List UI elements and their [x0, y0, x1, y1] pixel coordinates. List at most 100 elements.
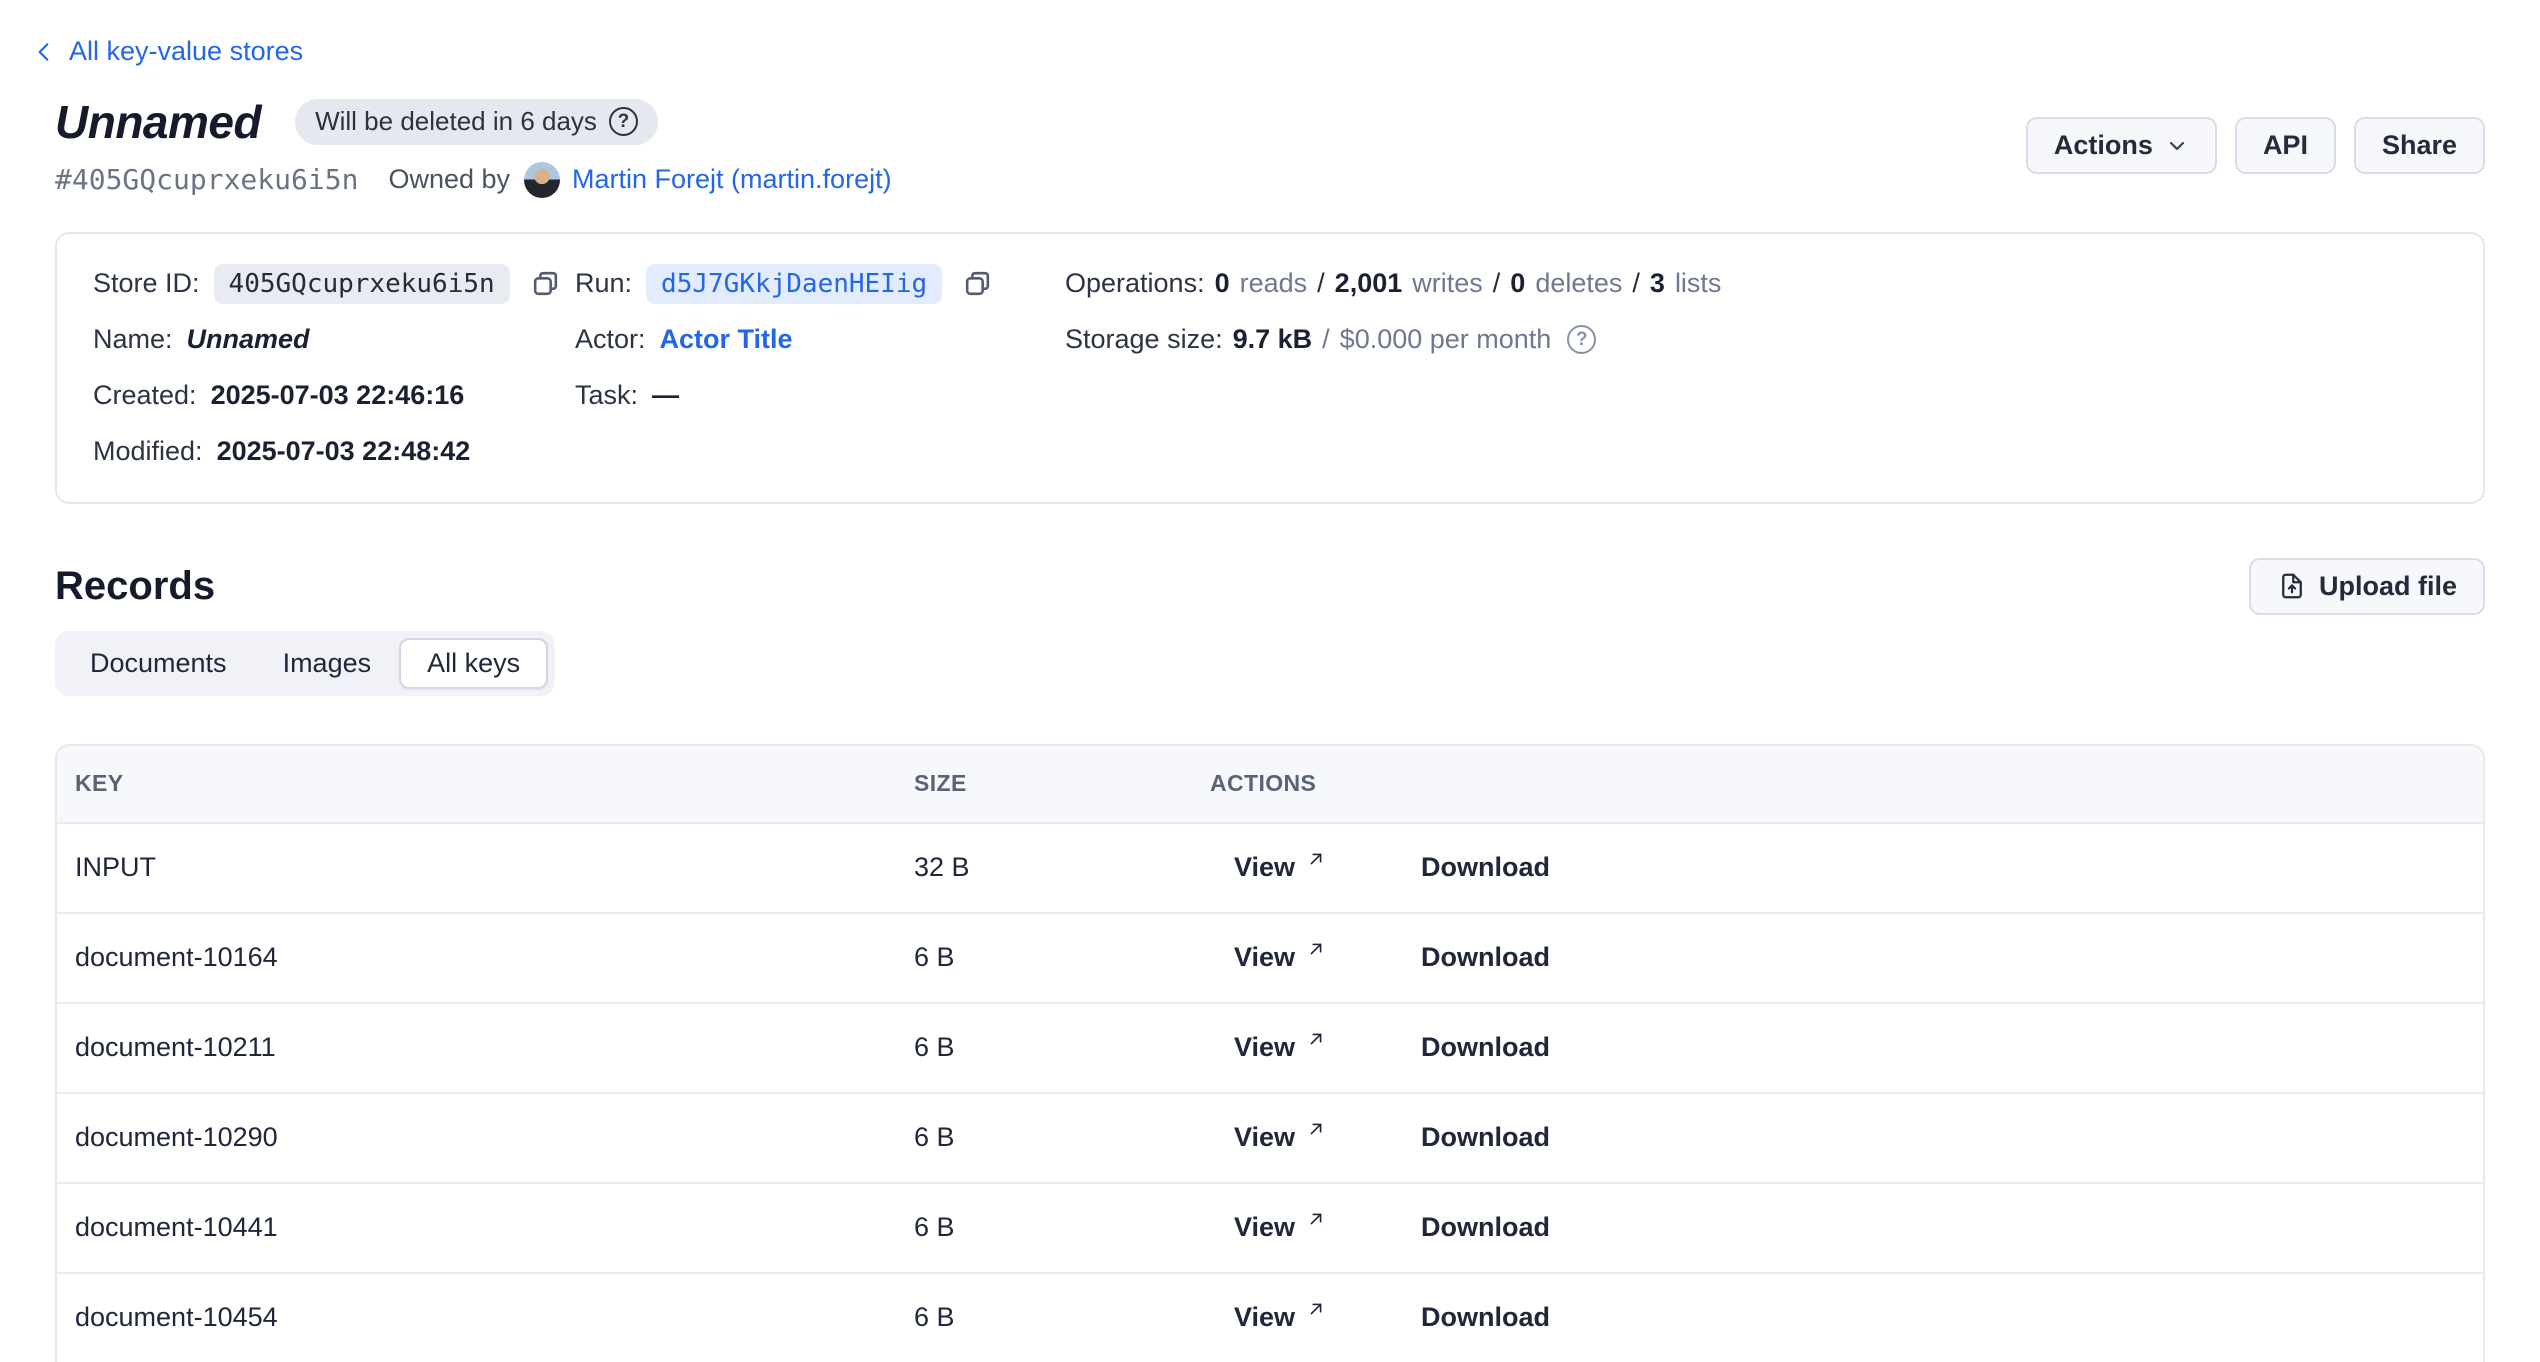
table-row: document-10211 6 B View Download: [57, 1002, 2483, 1092]
external-link-icon: [1305, 1118, 1327, 1140]
table-row: document-10454 6 B View Download: [57, 1272, 2483, 1362]
table-row: document-10164 6 B View Download: [57, 912, 2483, 1002]
external-link-icon: [1305, 1208, 1327, 1230]
view-link[interactable]: View: [1234, 1212, 1327, 1243]
view-link[interactable]: View: [1234, 1122, 1327, 1153]
view-link[interactable]: View: [1234, 1032, 1327, 1063]
modified-value: 2025-07-03 22:48:42: [217, 436, 471, 467]
run-row: Run: d5J7GKkjDaenHEIig: [575, 256, 1065, 312]
run-id-chip[interactable]: d5J7GKkjDaenHEIig: [646, 264, 942, 304]
api-button[interactable]: API: [2235, 117, 2336, 174]
operations-label: Operations:: [1065, 268, 1205, 299]
tab-documents[interactable]: Documents: [62, 638, 255, 689]
record-key: INPUT: [75, 852, 914, 883]
record-size: 6 B: [914, 942, 1210, 973]
actor-label: Actor:: [575, 324, 646, 355]
download-link[interactable]: Download: [1421, 1212, 1550, 1243]
view-label: View: [1234, 1032, 1295, 1063]
external-link-icon: [1305, 848, 1327, 870]
run-label: Run:: [575, 268, 632, 299]
view-label: View: [1234, 1122, 1295, 1153]
external-link-icon: [1305, 1298, 1327, 1320]
chevron-down-icon: [2165, 134, 2189, 158]
operations-row: Operations: 0 reads / 2,001 writes / 0 d…: [1065, 256, 2463, 312]
name-row: Name: Unnamed: [93, 312, 575, 368]
copy-icon[interactable]: [962, 268, 993, 299]
external-link-icon: [1305, 1028, 1327, 1050]
name-label: Name:: [93, 324, 173, 355]
writes-label: writes: [1412, 268, 1483, 299]
record-key: document-10164: [75, 942, 914, 973]
records-heading: Records: [55, 562, 215, 610]
record-size: 32 B: [914, 852, 1210, 883]
record-key: document-10441: [75, 1212, 914, 1243]
breadcrumb-back-link[interactable]: All key-value stores: [31, 36, 303, 67]
copy-icon[interactable]: [530, 268, 561, 299]
actions-button[interactable]: Actions: [2026, 117, 2217, 174]
separator: /: [1493, 268, 1501, 299]
upload-file-button[interactable]: Upload file: [2249, 558, 2485, 615]
record-key: document-10290: [75, 1122, 914, 1153]
page-header: Unnamed Will be deleted in 6 days ? #405…: [55, 94, 2485, 198]
column-header-key: KEY: [75, 770, 914, 797]
view-label: View: [1234, 1212, 1295, 1243]
help-icon[interactable]: ?: [609, 107, 638, 136]
separator: /: [1322, 324, 1330, 355]
record-key: document-10211: [75, 1032, 914, 1063]
tab-images[interactable]: Images: [255, 638, 400, 689]
tab-all-keys[interactable]: All keys: [399, 638, 548, 689]
task-label: Task:: [575, 380, 638, 411]
reads-label: reads: [1240, 268, 1308, 299]
task-value: —: [652, 380, 679, 411]
info-card-column-3: Operations: 0 reads / 2,001 writes / 0 d…: [1065, 256, 2463, 480]
download-link[interactable]: Download: [1421, 1032, 1550, 1063]
key-value-store-detail-page: All key-value stores Unnamed Will be del…: [0, 0, 2540, 1362]
header-buttons: Actions API Share: [2026, 117, 2485, 174]
store-id-row: Store ID: 405GQcuprxeku6i5n: [93, 256, 575, 312]
table-row: INPUT 32 B View Download: [57, 822, 2483, 912]
reads-value: 0: [1215, 268, 1230, 299]
record-size: 6 B: [914, 1302, 1210, 1333]
header-left: Unnamed Will be deleted in 6 days ? #405…: [55, 94, 892, 198]
page-title: Unnamed: [55, 94, 261, 150]
download-link[interactable]: Download: [1421, 1122, 1550, 1153]
column-header-actions: ACTIONS: [1210, 770, 2483, 797]
actor-row: Actor: Actor Title: [575, 312, 1065, 368]
lists-label: lists: [1675, 268, 1722, 299]
records-table: KEY SIZE ACTIONS INPUT 32 B View Downloa…: [55, 744, 2485, 1362]
modified-label: Modified:: [93, 436, 203, 467]
storage-size-value: 9.7 kB: [1233, 324, 1313, 355]
store-id-chip: 405GQcuprxeku6i5n: [214, 264, 510, 304]
external-link-icon: [1305, 938, 1327, 960]
view-label: View: [1234, 942, 1295, 973]
table-row: document-10441 6 B View Download: [57, 1182, 2483, 1272]
store-info-card: Store ID: 405GQcuprxeku6i5n Name: Unname…: [55, 232, 2485, 504]
help-icon[interactable]: ?: [1567, 325, 1596, 354]
lists-value: 3: [1650, 268, 1665, 299]
share-button[interactable]: Share: [2354, 117, 2485, 174]
task-row: Task: —: [575, 368, 1065, 424]
table-row: document-10290 6 B View Download: [57, 1092, 2483, 1182]
storage-row: Storage size: 9.7 kB / $0.000 per month …: [1065, 312, 2463, 368]
writes-value: 2,001: [1335, 268, 1403, 299]
modified-row: Modified: 2025-07-03 22:48:42: [93, 424, 575, 480]
download-link[interactable]: Download: [1421, 852, 1550, 883]
records-tabs: Documents Images All keys: [55, 631, 555, 696]
view-label: View: [1234, 1302, 1295, 1333]
created-row: Created: 2025-07-03 22:46:16: [93, 368, 575, 424]
download-link[interactable]: Download: [1421, 942, 1550, 973]
avatar: [524, 162, 560, 198]
view-link[interactable]: View: [1234, 852, 1327, 883]
view-link[interactable]: View: [1234, 942, 1327, 973]
separator: /: [1632, 268, 1640, 299]
owner-link[interactable]: Martin Forejt (martin.forejt): [572, 164, 892, 195]
download-link[interactable]: Download: [1421, 1302, 1550, 1333]
deletion-badge: Will be deleted in 6 days ?: [295, 99, 658, 145]
view-label: View: [1234, 852, 1295, 883]
records-header: Records Upload file: [55, 558, 2485, 615]
info-card-column-1: Store ID: 405GQcuprxeku6i5n Name: Unname…: [93, 256, 575, 480]
owned-by-label: Owned by: [388, 164, 510, 195]
storage-cost: $0.000 per month: [1340, 324, 1552, 355]
view-link[interactable]: View: [1234, 1302, 1327, 1333]
actor-link[interactable]: Actor Title: [660, 324, 793, 355]
